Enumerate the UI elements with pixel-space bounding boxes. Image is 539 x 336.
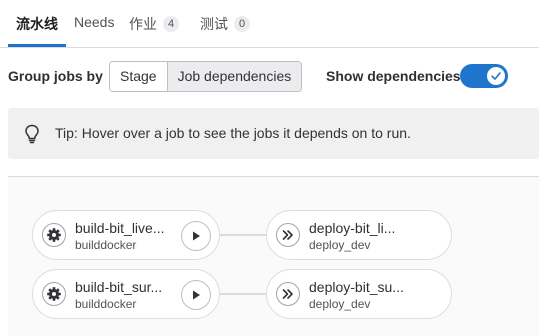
job-dependencies-button[interactable]: Job dependencies (166, 62, 302, 91)
tip-alert: Tip: Hover over a job to see the jobs it… (8, 108, 539, 159)
job-name: build-bit_sur... (75, 279, 163, 295)
job-stage: deploy_dev (309, 297, 371, 311)
tab-label: 流水线 (16, 16, 58, 32)
job-deploy-bit-live[interactable]: deploy-bit_li... deploy_dev (266, 210, 452, 260)
group-by-segmented-control: Stage Job dependencies (109, 61, 303, 92)
job-status (276, 282, 300, 306)
graph-controls: Group jobs by Stage Job dependencies Sho… (0, 60, 539, 94)
skipped-icon (282, 289, 293, 299)
job-status (42, 282, 66, 306)
jobs-count-badge: 4 (163, 16, 180, 32)
job-status (42, 223, 66, 247)
show-dependencies-toggle[interactable] (460, 64, 508, 88)
tab-label: 测试 (200, 16, 228, 32)
play-button[interactable] (181, 221, 211, 251)
check-icon (491, 72, 501, 80)
tab-needs[interactable]: Needs (74, 14, 114, 30)
job-stage: builddocker (75, 297, 137, 311)
tip-text: Tip: Hover over a job to see the jobs it… (55, 125, 411, 141)
dependency-connector (220, 293, 266, 295)
tests-count-badge: 0 (234, 16, 251, 32)
job-build-bit-sur[interactable]: build-bit_sur... builddocker (32, 269, 220, 319)
pipeline-tabs: 流水线 Needs 作业 4 测试 0 (0, 0, 539, 48)
job-stage: builddocker (75, 238, 137, 252)
tab-label: 作业 (129, 16, 157, 32)
play-icon (193, 290, 200, 300)
skipped-icon (282, 230, 293, 240)
tab-label: Needs (74, 14, 115, 30)
job-name: deploy-bit_su... (309, 279, 404, 295)
toggle-knob (487, 67, 505, 85)
tab-pipeline[interactable]: 流水线 (16, 14, 58, 34)
play-icon (193, 231, 200, 241)
gear-icon (47, 287, 61, 301)
dependency-connector (220, 234, 266, 236)
show-dependencies-label: Show dependencies (326, 68, 461, 84)
pipeline-graph: build-bit_live... builddocker deploy-bit… (8, 176, 539, 336)
active-tab-indicator (8, 44, 66, 47)
job-status (276, 223, 300, 247)
job-name: deploy-bit_li... (309, 220, 396, 236)
tab-tests[interactable]: 测试 0 (200, 14, 251, 34)
tab-jobs[interactable]: 作业 4 (129, 14, 180, 34)
stage-button[interactable]: Stage (110, 62, 167, 91)
job-stage: deploy_dev (309, 238, 371, 252)
job-name: build-bit_live... (75, 220, 165, 236)
gear-icon (47, 228, 61, 242)
job-deploy-bit-sur[interactable]: deploy-bit_su... deploy_dev (266, 269, 452, 319)
group-jobs-by-label: Group jobs by (8, 68, 103, 84)
job-build-bit-live[interactable]: build-bit_live... builddocker (32, 210, 220, 260)
lightbulb-icon (25, 124, 39, 144)
play-button[interactable] (181, 280, 211, 310)
